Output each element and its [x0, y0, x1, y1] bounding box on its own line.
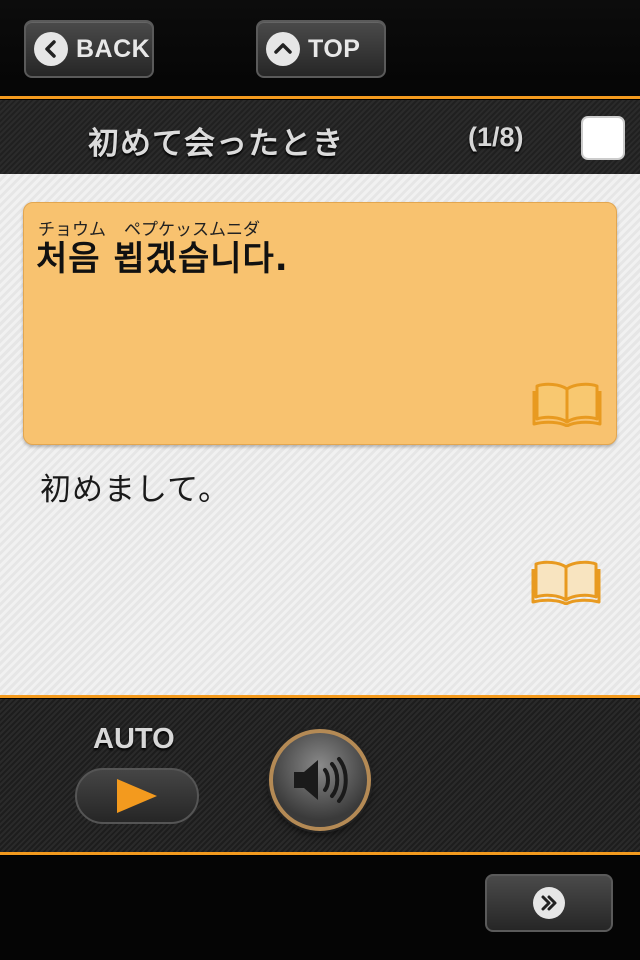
next-button[interactable]: [485, 874, 613, 932]
chevron-left-icon: [34, 32, 68, 66]
phrase-content: チョウム ペプケッスムニダ 처음 뵙겠습니다. 初めまして。: [0, 174, 640, 695]
audio-control-bar: AUTO: [0, 699, 640, 852]
top-button-label: TOP: [308, 34, 361, 63]
page-title: 初めて会ったとき: [88, 126, 344, 162]
back-button[interactable]: BACK: [24, 20, 154, 78]
back-button-label: BACK: [76, 34, 151, 63]
book-icon[interactable]: [532, 379, 602, 428]
speaker-icon: [294, 757, 348, 803]
book-icon[interactable]: [531, 557, 601, 606]
page-counter: (1/8): [468, 122, 524, 152]
japanese-translation: 初めまして。: [40, 472, 231, 508]
chevron-up-icon: [266, 32, 300, 66]
auto-label: AUTO: [93, 723, 175, 755]
top-nav-bar: BACK TOP: [0, 0, 640, 96]
divider-middle: [0, 695, 640, 698]
korean-phrase: 처음 뵙겠습니다.: [36, 239, 289, 279]
divider-top: [0, 96, 640, 99]
play-icon: [117, 779, 157, 813]
sound-button[interactable]: [269, 729, 371, 831]
divider-bottom: [0, 852, 640, 855]
bottom-nav-bar: [0, 856, 640, 960]
top-button[interactable]: TOP: [256, 20, 386, 78]
auto-play-button[interactable]: [75, 768, 199, 824]
korean-phrase-card[interactable]: チョウム ペプケッスムニダ 처음 뵙겠습니다.: [23, 202, 617, 445]
favorite-checkbox[interactable]: [581, 116, 625, 160]
title-bar: 初めて会ったとき (1/8): [0, 100, 640, 174]
double-chevron-right-icon: [533, 887, 565, 919]
